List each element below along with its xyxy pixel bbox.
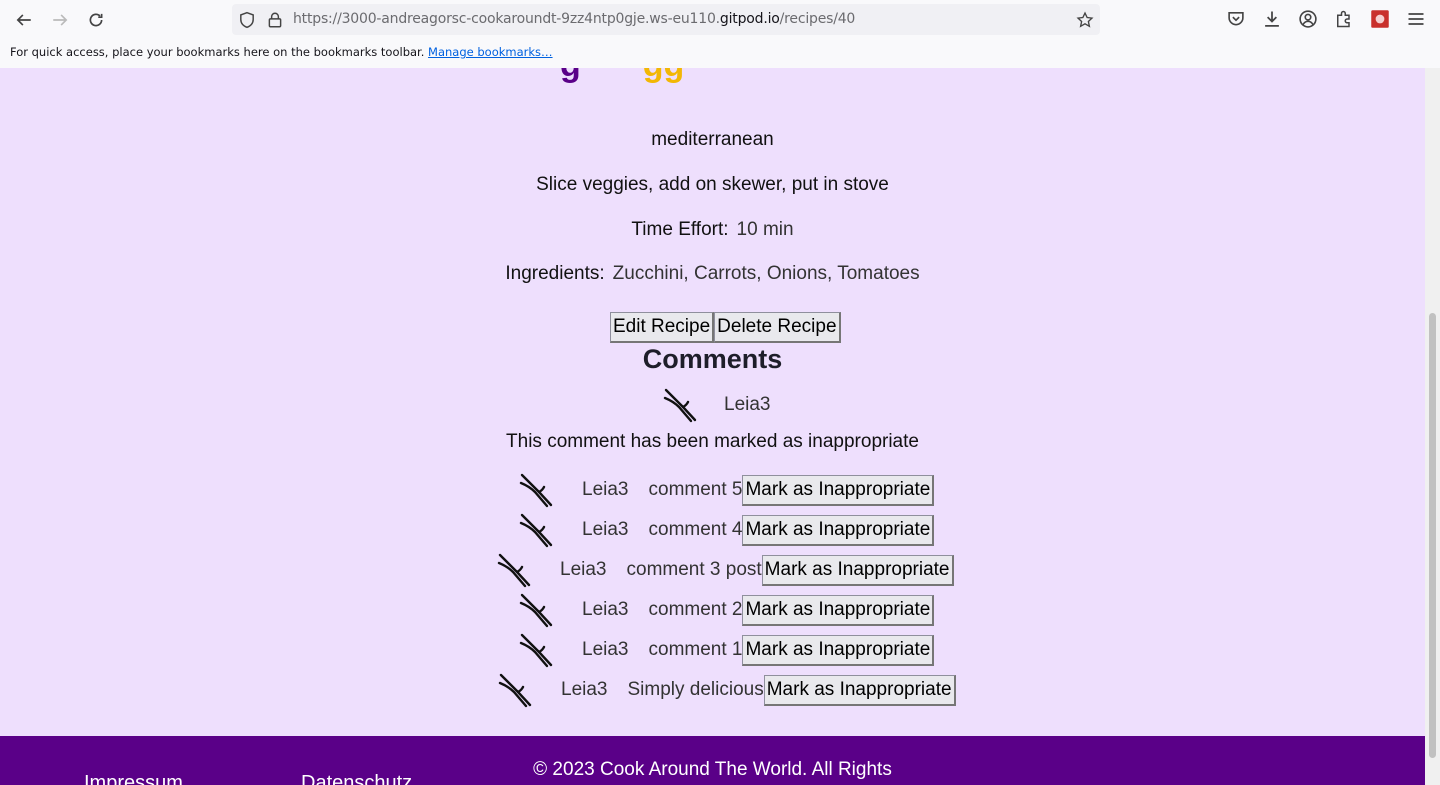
comment-user: Leia3 xyxy=(582,519,629,540)
mark-inappropriate-button[interactable]: Mark as Inappropriate xyxy=(761,554,954,586)
comment-row: Leia3 comment 2 Mark as Inappropriate xyxy=(518,593,935,628)
utensils-icon xyxy=(519,473,553,508)
comment-row: Leia3 comment 5 Mark as Inappropriate xyxy=(518,473,935,508)
mark-inappropriate-button[interactable]: Mark as Inappropriate xyxy=(742,634,935,666)
recipe-time-effort: Time Effort: 10 min xyxy=(631,219,794,240)
comment-user: Leia3 xyxy=(582,479,629,500)
recipe-instructions: Slice veggies, add on skewer, put in sto… xyxy=(536,174,889,195)
browser-toolbar: https://3000-andreagorsc-cookaroundt-9zz… xyxy=(0,0,1440,69)
extensions-icon[interactable] xyxy=(1334,9,1354,29)
utensils-icon xyxy=(519,513,553,548)
flagged-message: This comment has been marked as inapprop… xyxy=(506,431,919,452)
bookmark-star-icon[interactable] xyxy=(1076,11,1094,29)
comment-row: Leia3 comment 1 Mark as Inappropriate xyxy=(518,633,935,668)
shield-icon[interactable] xyxy=(238,11,256,29)
comment-text: comment 5 xyxy=(648,479,743,500)
utensils-icon xyxy=(519,593,553,628)
comment-text: comment 1 xyxy=(648,639,743,660)
mark-inappropriate-button[interactable]: Mark as Inappropriate xyxy=(763,674,956,706)
manage-bookmarks-link[interactable]: Manage bookmarks… xyxy=(428,45,553,59)
comments-heading: Comments xyxy=(642,344,783,374)
lock-icon[interactable] xyxy=(266,11,284,29)
comment-user: Leia3 xyxy=(561,679,608,700)
reload-icon[interactable] xyxy=(84,8,108,32)
utensils-icon xyxy=(498,673,532,708)
account-icon[interactable] xyxy=(1298,9,1318,29)
mark-inappropriate-button[interactable]: Mark as Inappropriate xyxy=(742,594,935,626)
utensils-icon xyxy=(663,388,697,423)
site-footer: Impressum Datenschutz © 2023 Cook Around… xyxy=(0,736,1425,785)
comment-user: Leia3 xyxy=(724,394,771,415)
delete-recipe-button[interactable]: Delete Recipe xyxy=(714,312,841,343)
recipe-actions: Edit Recipe Delete Recipe xyxy=(610,312,841,343)
comment-text: Simply delicious xyxy=(627,679,764,700)
utensils-icon xyxy=(519,633,553,668)
page-content: ggg mediterranean Slice veggies, add on … xyxy=(0,68,1425,785)
bookmarks-toolbar: For quick access, place your bookmarks h… xyxy=(10,45,553,59)
edit-recipe-button[interactable]: Edit Recipe xyxy=(610,312,715,343)
page-scrollbar[interactable] xyxy=(1425,68,1440,785)
scrollbar-thumb[interactable] xyxy=(1429,313,1436,758)
url-bar[interactable]: https://3000-andreagorsc-cookaroundt-9zz… xyxy=(232,4,1100,35)
back-icon[interactable] xyxy=(12,8,36,32)
comment-user: Leia3 xyxy=(560,559,607,580)
comment-text: comment 2 xyxy=(648,599,743,620)
footer-copyright: © 2023 Cook Around The World. All Rights xyxy=(533,759,892,780)
comment-user: Leia3 xyxy=(582,639,629,660)
comment-row: Leia3 comment 3 post Mark as Inappropria… xyxy=(496,553,954,588)
url-text: https://3000-andreagorsc-cookaroundt-9zz… xyxy=(293,11,856,27)
comment-text: comment 4 xyxy=(648,519,743,540)
recipe-title: ggg xyxy=(560,68,684,85)
flagged-comment: Leia3 xyxy=(662,388,771,423)
recipe-cuisine: mediterranean xyxy=(651,129,774,150)
recipe-ingredients: Ingredients: Zucchini, Carrots, Onions, T… xyxy=(505,263,920,284)
menu-icon[interactable] xyxy=(1406,9,1426,29)
extension-badge-icon[interactable] xyxy=(1370,9,1390,29)
comment-user: Leia3 xyxy=(582,599,629,620)
mark-inappropriate-button[interactable]: Mark as Inappropriate xyxy=(742,514,935,546)
mark-inappropriate-button[interactable]: Mark as Inappropriate xyxy=(742,474,935,506)
comment-row: Leia3 comment 4 Mark as Inappropriate xyxy=(518,513,935,548)
comment-row: Leia3 Simply delicious Mark as Inappropr… xyxy=(497,673,956,708)
pocket-icon[interactable] xyxy=(1226,9,1246,29)
utensils-icon xyxy=(497,553,531,588)
bookmarks-hint: For quick access, place your bookmarks h… xyxy=(10,45,425,59)
forward-icon[interactable] xyxy=(48,8,72,32)
comment-text: comment 3 post xyxy=(626,559,762,580)
download-icon[interactable] xyxy=(1262,9,1282,29)
